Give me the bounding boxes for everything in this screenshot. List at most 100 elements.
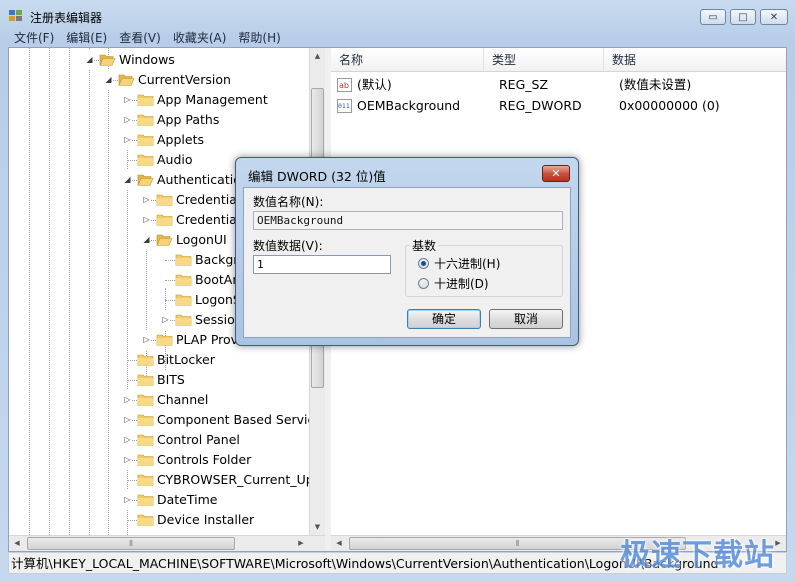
radio-hexadecimal[interactable]: 十六进制(H): [418, 256, 548, 272]
tree-node[interactable]: BITS: [9, 370, 309, 390]
list-header: 名称 类型 数据: [331, 48, 786, 72]
collapse-arrow-icon[interactable]: ◢: [104, 70, 113, 90]
value-name-label: 数值名称(N):: [253, 195, 324, 209]
tree-node[interactable]: ▷ App Management: [9, 90, 309, 110]
tree-node[interactable]: ▷ App Paths: [9, 110, 309, 130]
value-data-input[interactable]: 1: [253, 255, 391, 274]
base-groupbox: 基数 十六进制(H) 十进制(D): [405, 237, 563, 297]
maximize-button[interactable]: □: [730, 9, 756, 25]
scroll-left-arrow-icon[interactable]: ◀: [9, 536, 25, 551]
value-row-oembackground[interactable]: 011 OEMBackground REG_DWORD 0x00000000 (…: [331, 96, 786, 116]
cancel-button[interactable]: 取消: [489, 309, 563, 329]
menu-help[interactable]: 帮助(H): [232, 29, 286, 47]
menu-favorites[interactable]: 收藏夹(A): [167, 29, 233, 47]
collapse-arrow-icon[interactable]: ◢: [85, 50, 94, 70]
grip-icon: ⦀: [515, 539, 520, 548]
collapse-arrow-icon[interactable]: ◢: [123, 170, 132, 190]
folder-icon: [137, 394, 154, 406]
expand-arrow-icon[interactable]: ▷: [142, 330, 151, 350]
folder-icon: [137, 154, 154, 166]
tree-node-label: DateTime: [157, 492, 218, 507]
minimize-icon: ▭: [708, 11, 718, 23]
tree-node-label: CYBROWSER_Current_Update: [157, 472, 309, 487]
expand-arrow-icon[interactable]: ▷: [123, 490, 132, 510]
tree-node-label: Channel: [157, 392, 209, 407]
title-bar[interactable]: 注册表编辑器 ▭ □ ✕: [0, 0, 795, 30]
dialog-title: 编辑 DWORD (32 位)值: [248, 169, 386, 184]
scroll-up-arrow-icon[interactable]: ▲: [310, 48, 325, 64]
folder-icon: [175, 294, 192, 306]
expand-arrow-icon[interactable]: ▷: [123, 110, 132, 130]
close-icon: ✕: [769, 11, 779, 23]
tree-node-label: BITS: [157, 372, 185, 387]
hex-label: 十六进制(H): [434, 257, 501, 271]
dialog-close-button[interactable]: ✕: [542, 165, 570, 182]
tree-horizontal-scrollbar[interactable]: ◀ ⦀ ▶: [9, 535, 325, 551]
svg-text:ab: ab: [339, 81, 349, 90]
radio-selected-icon[interactable]: [418, 258, 429, 269]
ok-button[interactable]: 确定: [407, 309, 481, 329]
value-row-default[interactable]: ab (默认) REG_SZ (数值未设置): [331, 75, 786, 95]
tree-node[interactable]: Device Installer: [9, 510, 309, 530]
tree-connector: [127, 160, 137, 161]
menu-edit[interactable]: 编辑(E): [60, 29, 113, 47]
tree-hscroll-thumb[interactable]: ⦀: [27, 537, 235, 550]
collapse-arrow-icon[interactable]: ◢: [142, 230, 151, 250]
svg-text:011: 011: [338, 102, 350, 110]
expand-arrow-icon[interactable]: ▷: [142, 210, 151, 230]
folder-icon: [137, 414, 154, 426]
registry-app-icon: [9, 10, 22, 21]
tree-node-label: App Paths: [157, 112, 220, 127]
tree-node[interactable]: ▷ Component Based Servicing: [9, 410, 309, 430]
tree-node-label: Component Based Servicing: [157, 412, 309, 427]
folder-icon: [137, 354, 154, 366]
tree-node[interactable]: BitLocker: [9, 350, 309, 370]
menu-view[interactable]: 查看(V): [113, 29, 167, 47]
tree-node[interactable]: ▷ Controls Folder: [9, 450, 309, 470]
open-folder-icon: [118, 74, 135, 86]
menu-file[interactable]: 文件(F): [8, 29, 60, 47]
string-value-icon: ab: [337, 78, 352, 92]
scroll-right-arrow-icon[interactable]: ▶: [293, 536, 309, 551]
column-header-data[interactable]: 数据: [604, 48, 786, 71]
tree-node[interactable]: ◢ Windows: [9, 50, 309, 70]
expand-arrow-icon[interactable]: ▷: [123, 390, 132, 410]
expand-arrow-icon[interactable]: ▷: [161, 310, 170, 330]
regedit-window: 注册表编辑器 ▭ □ ✕ 文件(F) 编辑(E) 查看(V) 收藏夹(A) 帮助(H) …: [0, 0, 795, 581]
value-name-field: OEMBackground: [253, 211, 563, 230]
tree-node[interactable]: ▷ Applets: [9, 130, 309, 150]
folder-icon: [137, 94, 154, 106]
dec-label: 十进制(D): [434, 277, 489, 291]
expand-arrow-icon[interactable]: ▷: [123, 90, 132, 110]
folder-icon: [156, 334, 173, 346]
column-header-name[interactable]: 名称: [331, 48, 484, 71]
tree-node[interactable]: ▷ Control Panel: [9, 430, 309, 450]
folder-icon: [137, 514, 154, 526]
folder-icon: [137, 374, 154, 386]
expand-arrow-icon[interactable]: ▷: [123, 430, 132, 450]
open-folder-icon: [137, 174, 154, 186]
tree-connector: [165, 280, 175, 281]
radio-unselected-icon[interactable]: [418, 278, 429, 289]
radio-decimal[interactable]: 十进制(D): [418, 276, 548, 292]
expand-arrow-icon[interactable]: ▷: [123, 410, 132, 430]
open-folder-icon: [99, 54, 116, 66]
folder-icon: [137, 134, 154, 146]
tree-node[interactable]: ▷ DateTime: [9, 490, 309, 510]
column-header-type[interactable]: 类型: [484, 48, 604, 71]
edit-dword-dialog: 编辑 DWORD (32 位)值 ✕ 数值名称(N): OEMBackgroun…: [235, 157, 579, 346]
scroll-down-arrow-icon[interactable]: ▼: [310, 519, 325, 535]
tree-node-label: Controls Folder: [157, 452, 252, 467]
grip-icon: ⦀: [129, 539, 133, 548]
expand-arrow-icon[interactable]: ▷: [123, 450, 132, 470]
dialog-body: 数值名称(N): OEMBackground 数值数据(V): 1 基数 十六进…: [243, 187, 571, 338]
close-button[interactable]: ✕: [760, 9, 788, 25]
expand-arrow-icon[interactable]: ▷: [123, 130, 132, 150]
tree-node[interactable]: ◢ CurrentVersion: [9, 70, 309, 90]
folder-icon: [156, 214, 173, 226]
minimize-button[interactable]: ▭: [700, 9, 726, 25]
tree-node[interactable]: ▷ Channel: [9, 390, 309, 410]
expand-arrow-icon[interactable]: ▷: [142, 190, 151, 210]
tree-node[interactable]: CYBROWSER_Current_Update: [9, 470, 309, 490]
scroll-left-arrow-icon[interactable]: ◀: [331, 536, 347, 551]
